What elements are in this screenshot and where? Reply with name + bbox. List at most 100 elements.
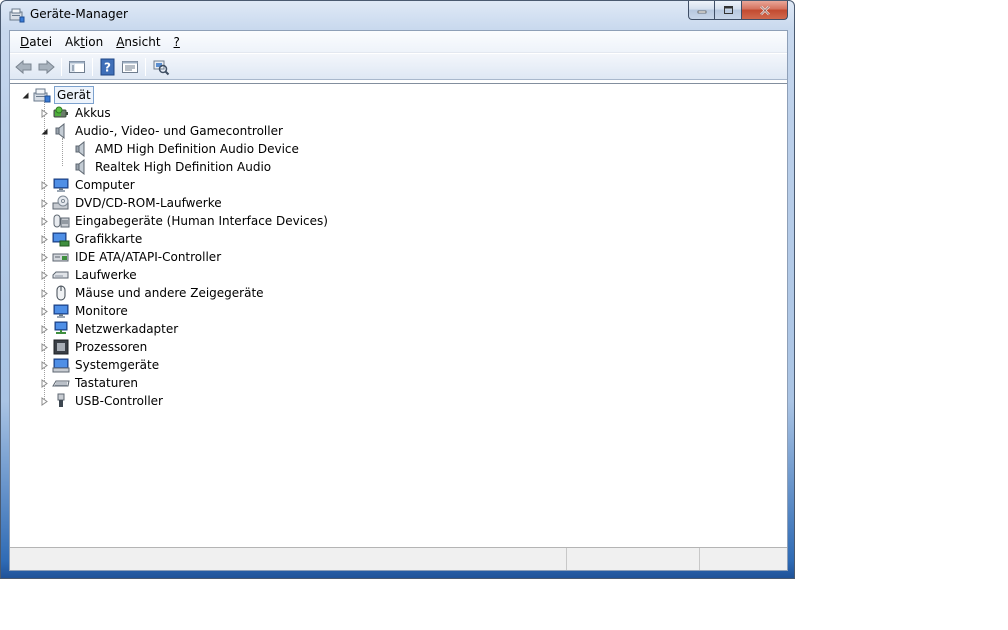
processor-icon [52, 339, 70, 355]
tree-item-label: Grafikkarte [75, 232, 143, 246]
tree-item-computer[interactable]: Computer [40, 176, 137, 194]
menu-ansicht-label: nsicht [124, 34, 161, 49]
tree-item-audio[interactable]: Audio-, Video- und Gamecontroller [40, 122, 285, 140]
optical-drive-icon [52, 195, 70, 211]
network-adapter-icon [52, 321, 70, 337]
tree-item-ide[interactable]: IDE ATA/ATAPI-Controller [40, 248, 223, 266]
tree-connector [62, 138, 63, 166]
tree-item-prozessoren[interactable]: Prozessoren [40, 338, 149, 356]
battery-icon [52, 105, 70, 121]
tree-item-label: Akkus [75, 106, 111, 120]
menu-aktion-label-start: Ak [65, 34, 81, 49]
computer-icon [52, 177, 70, 193]
menu-aktion[interactable]: Aktion [59, 33, 109, 51]
tree-item-grafikkarte[interactable]: Grafikkarte [40, 230, 144, 248]
tree-item-label: AMD High Definition Audio Device [95, 142, 299, 156]
show-hide-console-tree-icon [69, 60, 85, 73]
tree-item-netzwerk[interactable]: Netzwerkadapter [40, 320, 180, 338]
toolbar-separator [92, 57, 93, 76]
device-tree[interactable]: Gerät Akkus Audio-, Video- und Gamecontr… [10, 83, 787, 547]
expand-arrow-icon[interactable] [40, 234, 49, 244]
caption-buttons [688, 1, 788, 21]
tree-item-maeuse[interactable]: Mäuse und andere Zeigegeräte [40, 284, 266, 302]
tree-item-tastaturen[interactable]: Tastaturen [40, 374, 140, 392]
status-bar [10, 547, 787, 570]
expand-arrow-icon[interactable] [40, 198, 49, 208]
properties-icon [122, 60, 138, 73]
tree-item-label: Mäuse und andere Zeigegeräte [75, 286, 264, 300]
menu-ansicht[interactable]: Ansicht [110, 33, 166, 51]
toolbar-separator [61, 57, 62, 76]
tree-root-label: Gerät [54, 86, 94, 104]
help-button[interactable]: ? [97, 56, 119, 78]
keyboard-icon [52, 375, 70, 391]
computer-icon [33, 87, 51, 103]
forward-button[interactable] [35, 56, 57, 78]
tree-item-realtek-audio[interactable]: Realtek High Definition Audio [72, 158, 273, 176]
status-cell-main [10, 548, 567, 570]
tree-item-label: Monitore [75, 304, 128, 318]
collapse-arrow-icon[interactable] [40, 127, 49, 136]
expand-arrow-icon[interactable] [40, 108, 49, 118]
menu-datei-label: atei [29, 34, 53, 49]
disk-drive-icon [52, 267, 70, 283]
window-title: Geräte-Manager [30, 7, 128, 21]
tree-item-label: DVD/CD-ROM-Laufwerke [75, 196, 222, 210]
expand-arrow-icon[interactable] [40, 180, 49, 190]
title-bar[interactable]: Geräte-Manager [1, 1, 794, 29]
menu-help[interactable]: ? [168, 33, 186, 51]
usb-icon [52, 393, 70, 409]
tree-item-label: Computer [75, 178, 135, 192]
tree-item-dvd[interactable]: DVD/CD-ROM-Laufwerke [40, 194, 224, 212]
scan-hardware-button[interactable] [150, 56, 172, 78]
tree-item-label: Audio-, Video- und Gamecontroller [75, 124, 283, 138]
device-manager-window: Geräte-Manager Datei Aktion Ansicht ? ? … [0, 0, 795, 579]
close-button[interactable] [742, 1, 788, 20]
close-icon [759, 5, 770, 15]
show-hide-console-tree-button[interactable] [66, 56, 88, 78]
expand-arrow-icon[interactable] [40, 360, 49, 370]
help-icon: ? [100, 58, 115, 75]
menu-datei-accel: D [20, 34, 30, 49]
tree-item-usb[interactable]: USB-Controller [40, 392, 165, 410]
expand-arrow-icon[interactable] [40, 270, 49, 280]
menu-bar: Datei Aktion Ansicht ? [10, 31, 787, 53]
tree-item-hid[interactable]: Eingabegeräte (Human Interface Devices) [40, 212, 330, 230]
expand-arrow-icon[interactable] [40, 324, 49, 334]
tree-item-label: Laufwerke [75, 268, 137, 282]
expand-arrow-icon[interactable] [40, 252, 49, 262]
tree-item-monitore[interactable]: Monitore [40, 302, 130, 320]
expand-arrow-icon[interactable] [40, 342, 49, 352]
maximize-button[interactable] [715, 1, 742, 20]
expand-arrow-icon[interactable] [40, 216, 49, 226]
tree-item-label: USB-Controller [75, 394, 163, 408]
back-button[interactable] [13, 56, 35, 78]
collapse-arrow-icon[interactable] [21, 91, 30, 100]
tree-item-label: Netzwerkadapter [75, 322, 179, 336]
forward-arrow-icon [38, 59, 55, 74]
mouse-icon [52, 285, 70, 301]
tree-item-laufwerke[interactable]: Laufwerke [40, 266, 139, 284]
expand-arrow-icon[interactable] [40, 396, 49, 406]
ide-controller-icon [52, 249, 70, 265]
menu-datei[interactable]: Datei [14, 33, 58, 51]
status-cell-2 [567, 548, 700, 570]
tree-item-akkus[interactable]: Akkus [40, 104, 113, 122]
tree-item-label: Systemgeräte [75, 358, 160, 372]
tree-item-label: Eingabegeräte (Human Interface Devices) [75, 214, 328, 228]
back-arrow-icon [15, 59, 32, 74]
tree-item-amd-audio[interactable]: AMD High Definition Audio Device [72, 140, 301, 158]
expand-arrow-icon[interactable] [40, 306, 49, 316]
maximize-icon [723, 6, 733, 14]
expand-arrow-icon[interactable] [40, 378, 49, 388]
menu-aktion-label-end: ion [84, 34, 104, 49]
client-area: Datei Aktion Ansicht ? ? Gerät Akkus Aud… [9, 30, 788, 571]
expand-arrow-icon[interactable] [40, 288, 49, 298]
speaker-icon [52, 123, 70, 139]
minimize-button[interactable] [688, 1, 715, 20]
system-devices-icon [52, 357, 70, 373]
tree-root[interactable]: Gerät [21, 86, 94, 104]
properties-button[interactable] [119, 56, 141, 78]
tree-item-systemgeraete[interactable]: Systemgeräte [40, 356, 161, 374]
svg-text:?: ? [104, 60, 111, 74]
